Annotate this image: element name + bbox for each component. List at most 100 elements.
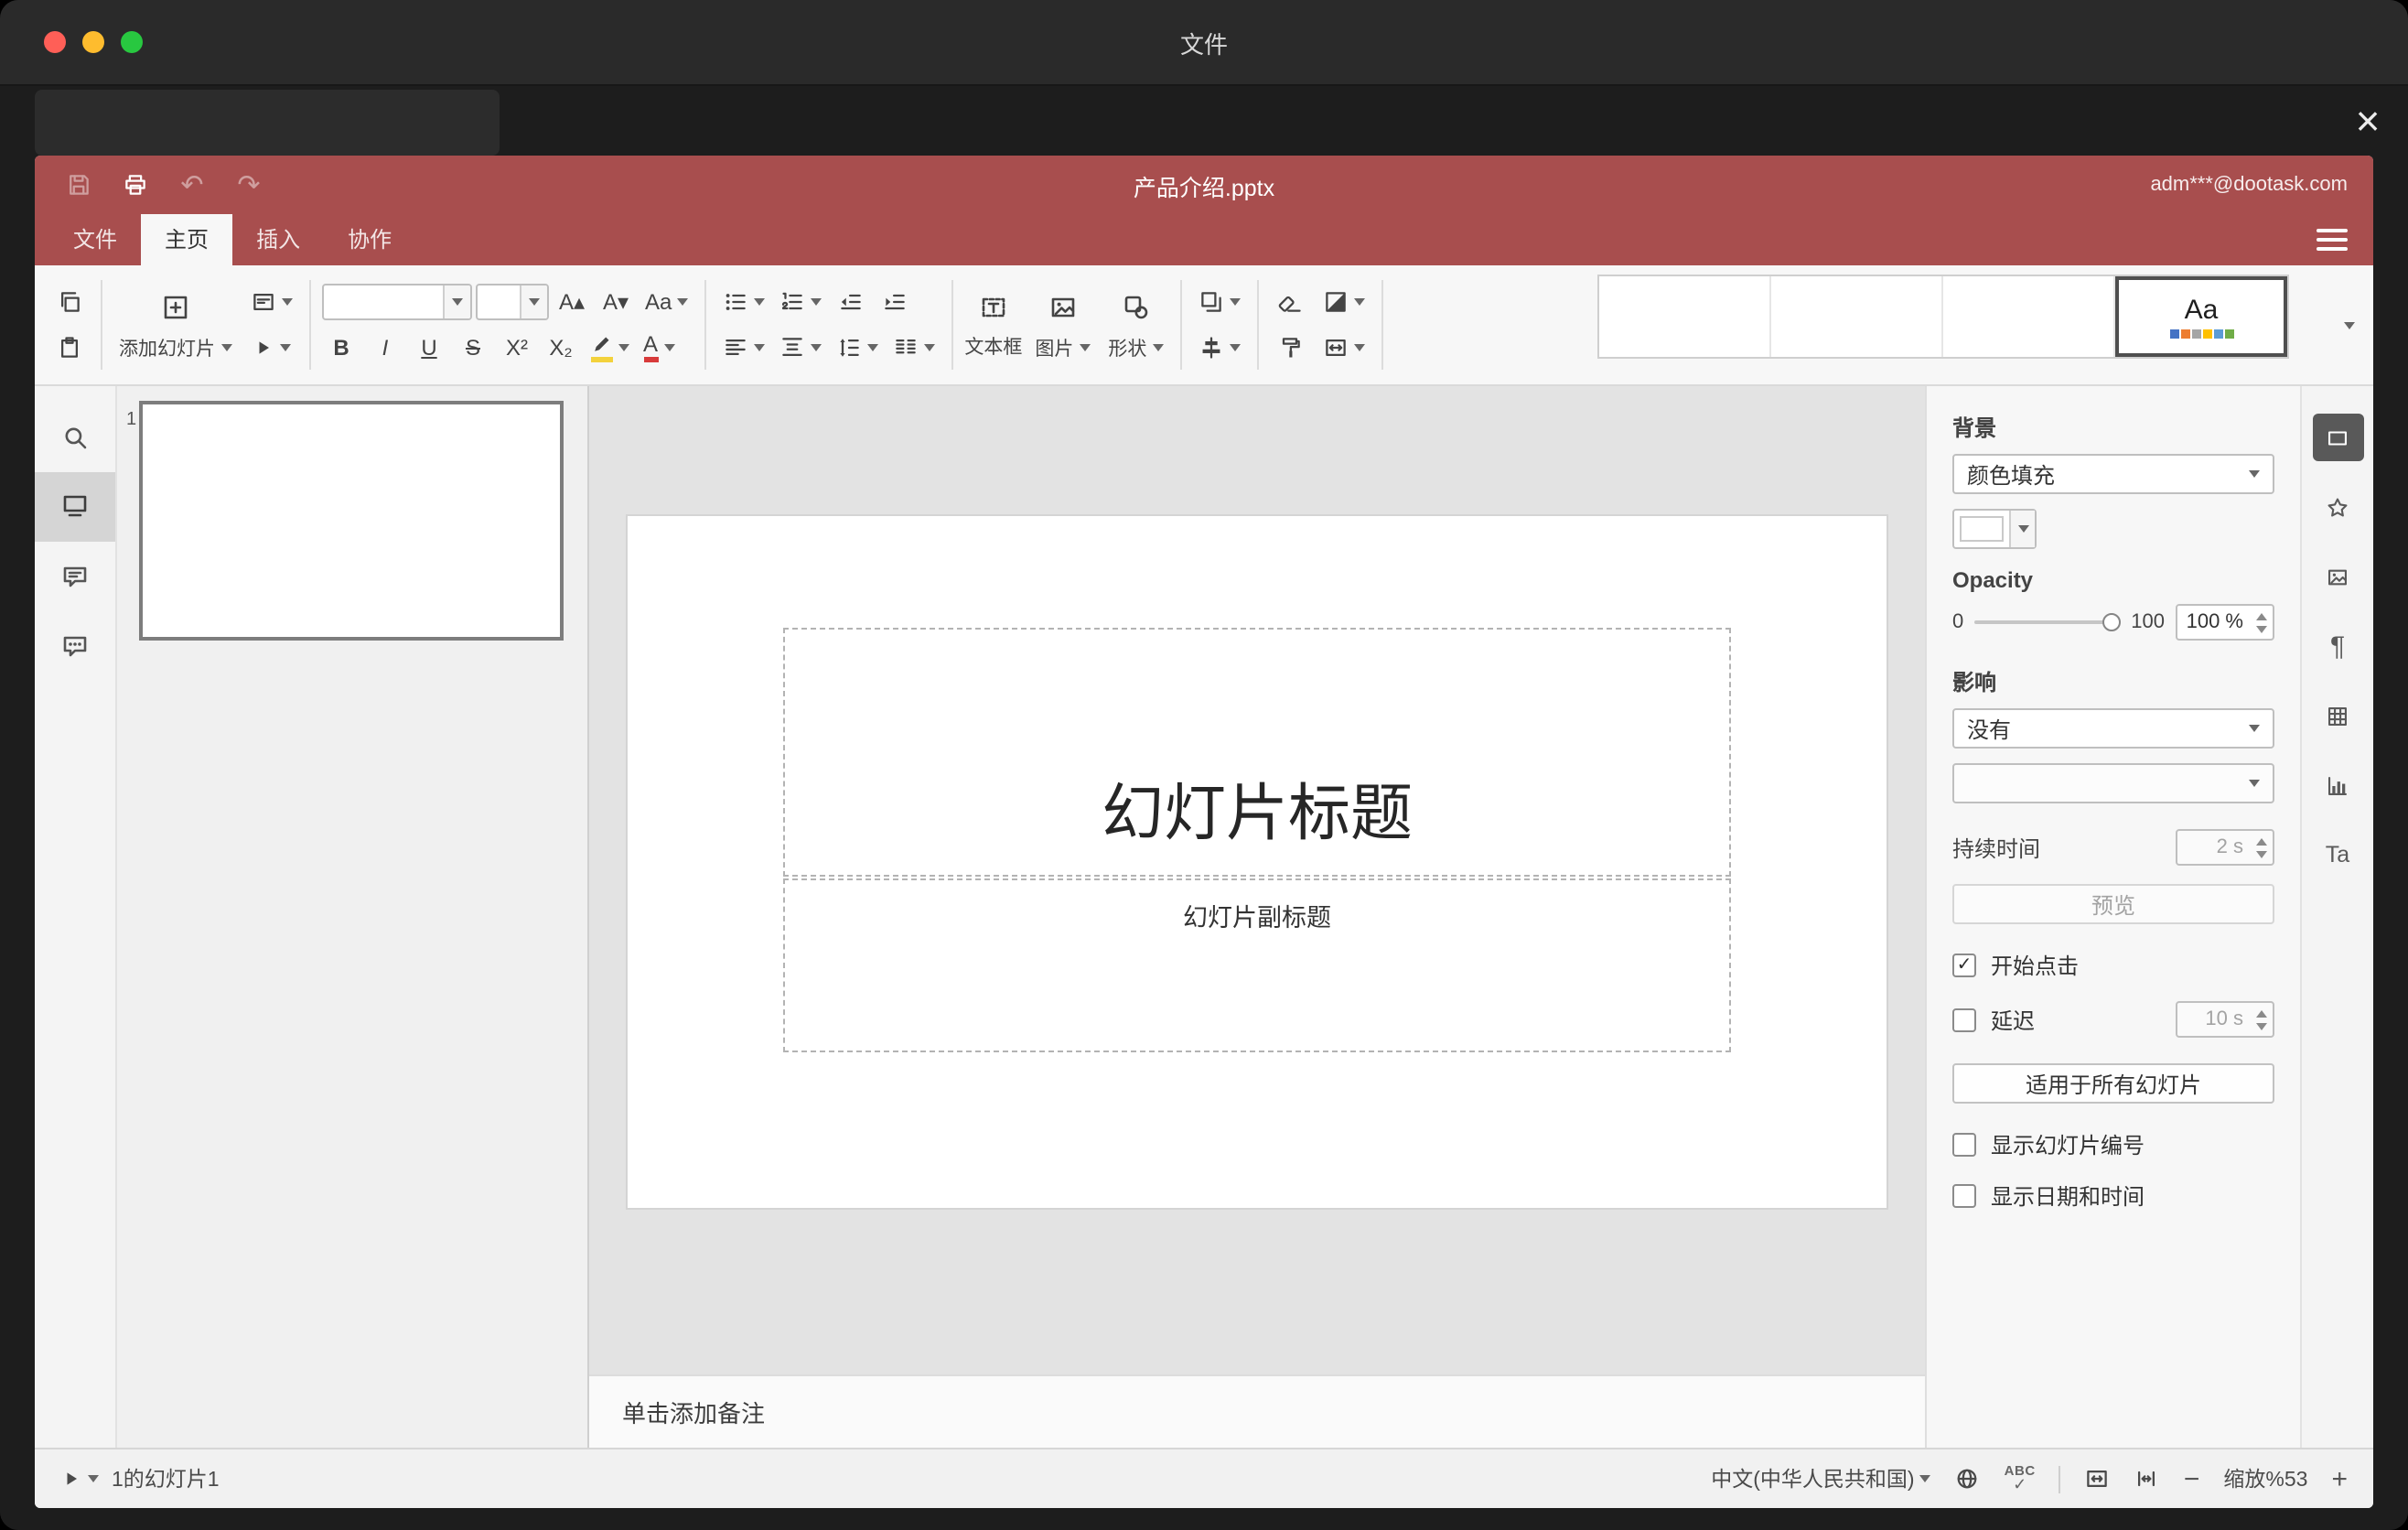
- delay-spinner[interactable]: 10 s: [2176, 1001, 2274, 1038]
- italic-button[interactable]: I: [365, 328, 405, 368]
- font-color-button[interactable]: A: [638, 328, 680, 368]
- delay-checkbox-unchecked[interactable]: [1952, 1007, 1976, 1031]
- search-button[interactable]: [35, 403, 115, 472]
- change-layout-button[interactable]: [244, 282, 297, 322]
- table-settings-button[interactable]: [2302, 681, 2373, 750]
- numbering-button[interactable]: [774, 282, 827, 322]
- transition-effect-select[interactable]: 没有: [1952, 708, 2274, 749]
- add-slide-button[interactable]: [156, 287, 196, 328]
- step-up-icon[interactable]: [2255, 1009, 2266, 1017]
- tab-collaboration[interactable]: 协作: [324, 214, 415, 265]
- apply-to-all-slides-button[interactable]: 适用于所有幻灯片: [1952, 1063, 2274, 1104]
- language-selector[interactable]: 中文(中华人民共和国): [1711, 1464, 1931, 1493]
- bullets-button[interactable]: [717, 282, 770, 322]
- slide-canvas[interactable]: 幻灯片标题 幻灯片副标题: [626, 514, 1888, 1210]
- zoom-in-button[interactable]: +: [2331, 1465, 2348, 1492]
- slides-panel-button[interactable]: [35, 472, 115, 542]
- step-down-icon[interactable]: [2255, 625, 2266, 632]
- slide-size-button[interactable]: [1317, 328, 1370, 368]
- start-on-click-checkbox-checked[interactable]: ✓: [1952, 954, 1976, 977]
- line-spacing-button[interactable]: [831, 328, 884, 368]
- font-name-dropdown[interactable]: [442, 286, 469, 318]
- spinner-steppers[interactable]: [2249, 1003, 2273, 1036]
- preview-button[interactable]: 预览: [1952, 884, 2274, 924]
- text-art-settings-button[interactable]: Ta: [2302, 820, 2373, 889]
- zoom-out-button[interactable]: −: [2184, 1465, 2200, 1492]
- start-slideshow-status-button[interactable]: [60, 1468, 99, 1490]
- strikethrough-button[interactable]: S: [453, 328, 493, 368]
- start-slideshow-button[interactable]: [246, 328, 296, 368]
- fill-color-picker[interactable]: [1952, 509, 2037, 549]
- highlight-color-button[interactable]: [585, 328, 634, 368]
- align-shape-button[interactable]: [1192, 328, 1245, 368]
- theme-item-1[interactable]: [1599, 276, 1771, 357]
- paste-button[interactable]: [49, 328, 90, 368]
- copy-style-button[interactable]: [1269, 328, 1309, 368]
- increase-indent-button[interactable]: [875, 282, 915, 322]
- opacity-slider[interactable]: [1974, 613, 2121, 631]
- vertical-align-button[interactable]: [774, 328, 827, 368]
- horizontal-align-button[interactable]: [717, 328, 770, 368]
- slide-subtitle-placeholder[interactable]: 幻灯片副标题: [783, 878, 1731, 1052]
- slide-title-placeholder[interactable]: 幻灯片标题: [783, 628, 1731, 877]
- font-size-combo[interactable]: [475, 284, 548, 320]
- duration-spinner[interactable]: 2 s: [2176, 829, 2274, 866]
- hamburger-menu-icon[interactable]: [2317, 229, 2348, 251]
- show-slide-number-checkbox-unchecked[interactable]: [1952, 1133, 1976, 1157]
- tab-insert[interactable]: 插入: [232, 214, 324, 265]
- superscript-button[interactable]: X²: [497, 328, 537, 368]
- undo-button[interactable]: ↶: [174, 167, 210, 203]
- font-name-combo[interactable]: [321, 284, 471, 320]
- spinner-steppers[interactable]: [2249, 831, 2273, 864]
- bold-button[interactable]: B: [321, 328, 361, 368]
- change-case-button[interactable]: Aa: [640, 282, 693, 322]
- slider-handle[interactable]: [2102, 613, 2121, 631]
- print-button[interactable]: [117, 167, 154, 203]
- arrange-shape-button[interactable]: [1192, 282, 1245, 322]
- underline-button[interactable]: U: [409, 328, 449, 368]
- chart-settings-button[interactable]: [2302, 750, 2373, 820]
- insert-shape-label-button[interactable]: 形状: [1102, 333, 1168, 362]
- theme-item-3[interactable]: [1943, 276, 2115, 357]
- add-slide-label-button[interactable]: 添加幻灯片: [113, 333, 237, 362]
- redo-button[interactable]: ↷: [231, 167, 267, 203]
- insert-shape-button[interactable]: [1115, 287, 1156, 328]
- save-button[interactable]: [60, 167, 97, 203]
- image-settings-button[interactable]: [2302, 542, 2373, 611]
- slide-thumbnail-selected[interactable]: [139, 401, 564, 641]
- zoom-window-button[interactable]: [121, 31, 143, 53]
- feedback-button[interactable]: [35, 611, 115, 681]
- spinner-steppers[interactable]: [2249, 606, 2273, 639]
- insert-image-button[interactable]: [1042, 287, 1082, 328]
- slide-settings-button[interactable]: [2302, 403, 2373, 472]
- fit-to-width-button[interactable]: [2134, 1466, 2160, 1492]
- clear-style-button[interactable]: [1269, 282, 1309, 322]
- step-up-icon[interactable]: [2255, 837, 2266, 845]
- step-down-icon[interactable]: [2255, 1022, 2266, 1029]
- show-date-time-checkbox-unchecked[interactable]: [1952, 1184, 1976, 1208]
- color-scheme-button[interactable]: [1317, 282, 1370, 322]
- spellcheck-button[interactable]: ABC ✓: [2005, 1464, 2036, 1493]
- tab-file[interactable]: 文件: [49, 214, 141, 265]
- shape-settings-button[interactable]: [2302, 472, 2373, 542]
- theme-gallery-expand-button[interactable]: [2344, 305, 2355, 345]
- tab-home[interactable]: 主页: [141, 214, 233, 265]
- decrease-indent-button[interactable]: [831, 282, 871, 322]
- font-size-dropdown[interactable]: [519, 286, 546, 318]
- opacity-spinner[interactable]: 100 %: [2176, 604, 2274, 641]
- paragraph-settings-button[interactable]: ¶: [2302, 611, 2373, 681]
- decrement-font-button[interactable]: A▾: [596, 282, 636, 322]
- step-up-icon[interactable]: [2255, 612, 2266, 620]
- step-down-icon[interactable]: [2255, 850, 2266, 857]
- close-window-button[interactable]: [44, 31, 66, 53]
- theme-item-2[interactable]: [1771, 276, 1943, 357]
- color-dropdown[interactable]: [2009, 511, 2035, 547]
- theme-item-4-selected[interactable]: Aa: [2115, 276, 2287, 357]
- fit-to-slide-button[interactable]: [2085, 1466, 2111, 1492]
- insert-textbox-button[interactable]: [973, 287, 1014, 328]
- columns-button[interactable]: [887, 328, 941, 368]
- subscript-button[interactable]: X₂: [541, 328, 581, 368]
- document-language-button[interactable]: [1955, 1466, 1981, 1492]
- background-fill-select[interactable]: 颜色填充: [1952, 454, 2274, 494]
- copy-button[interactable]: [49, 282, 90, 322]
